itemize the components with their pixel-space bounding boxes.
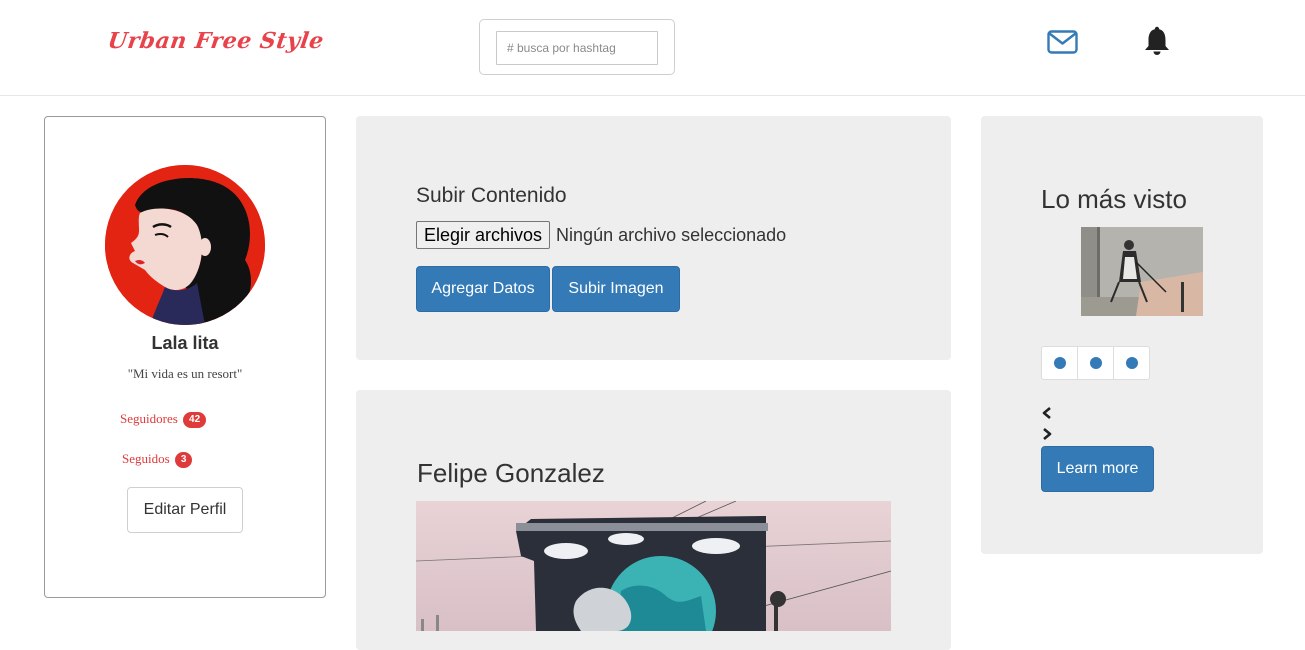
site-logo[interactable]: Urban Free Style — [106, 28, 325, 54]
carousel-indicator-2[interactable] — [1077, 346, 1114, 380]
followers-link[interactable]: Seguidores 42 — [120, 411, 207, 429]
profile-name: Lala lita — [151, 333, 219, 353]
indicator-dot — [1125, 357, 1138, 369]
upload-title: Subir Contenido — [416, 184, 567, 207]
following-link[interactable]: Seguidos 3 — [122, 451, 193, 469]
carousel-indicators — [1041, 346, 1150, 380]
profile-avatar[interactable] — [105, 165, 265, 325]
followers-count-badge: 42 — [183, 412, 207, 429]
profile-card: Lala lita "Mi vida es un resort" Seguido… — [44, 116, 326, 598]
learn-more-button[interactable]: Learn more — [1041, 446, 1154, 492]
file-picker: Elegir archivos Ningún archivo seleccion… — [416, 221, 786, 249]
post-author-name[interactable]: Felipe Gonzalez — [417, 458, 605, 489]
post-image[interactable] — [416, 501, 891, 631]
file-status-text: Ningún archivo seleccionado — [556, 224, 787, 245]
search-container — [479, 19, 675, 75]
top-navbar: Urban Free Style — [0, 0, 1305, 96]
add-data-button[interactable]: Agregar Datos — [416, 266, 550, 312]
post-card: Felipe Gonzalez — [356, 390, 951, 650]
most-viewed-title: Lo más visto — [1041, 184, 1187, 214]
following-count-badge: 3 — [174, 452, 193, 469]
most-viewed-panel: Lo más visto Learn more — [981, 116, 1263, 554]
mail-icon[interactable] — [1047, 30, 1078, 54]
upload-panel: Subir Contenido Elegir archivos Ningún a… — [356, 116, 951, 360]
carousel-image[interactable] — [1081, 227, 1203, 316]
bell-icon[interactable] — [1143, 26, 1171, 56]
hashtag-search-input[interactable] — [496, 31, 658, 65]
followers-label: Seguidores — [120, 411, 178, 426]
following-label: Seguidos — [122, 451, 170, 466]
edit-profile-button[interactable]: Editar Perfil — [127, 487, 243, 533]
chevron-right-icon[interactable] — [1041, 427, 1053, 441]
carousel-indicator-3[interactable] — [1113, 346, 1150, 380]
indicator-dot — [1089, 357, 1102, 369]
chevron-left-icon[interactable] — [1041, 406, 1053, 420]
indicator-dot — [1053, 357, 1066, 369]
profile-quote: "Mi vida es un resort" — [127, 366, 243, 381]
carousel-indicator-1[interactable] — [1041, 346, 1078, 380]
choose-files-button[interactable]: Elegir archivos — [416, 221, 551, 249]
upload-image-button[interactable]: Subir Imagen — [552, 266, 680, 312]
